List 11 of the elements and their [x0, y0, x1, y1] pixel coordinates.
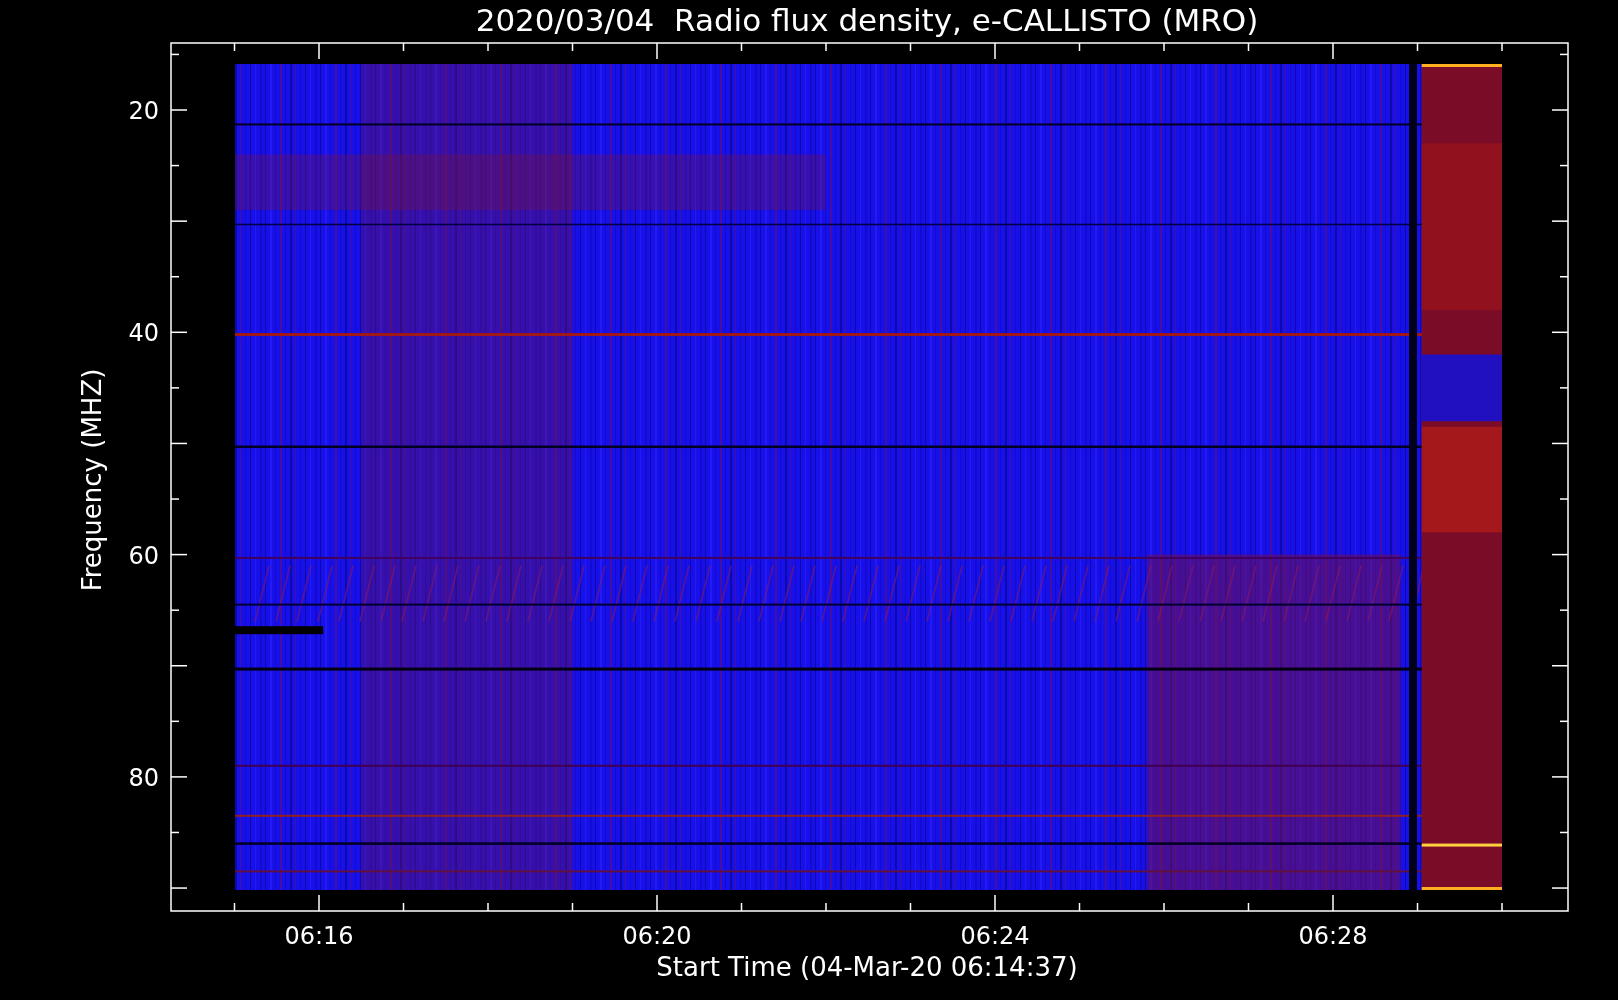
x-axis-label: Start Time (04-Mar-20 06:14:37): [656, 952, 1078, 982]
y-axis-label: Frequency (MHZ): [77, 368, 107, 592]
x-tick-label: 06:20: [622, 922, 692, 950]
y-tick-label: 40: [128, 319, 159, 348]
x-tick-label: 06:16: [284, 922, 354, 950]
x-tick-label: 06:24: [960, 922, 1030, 950]
y-tick-label: 80: [128, 763, 159, 792]
y-tick-label: 60: [128, 541, 159, 570]
y-tick-label: 20: [128, 97, 159, 125]
x-tick-label: 06:28: [1298, 922, 1368, 950]
chart-title: 2020/03/04 Radio flux density, e-CALLISTO (MRO): [475, 2, 1259, 38]
